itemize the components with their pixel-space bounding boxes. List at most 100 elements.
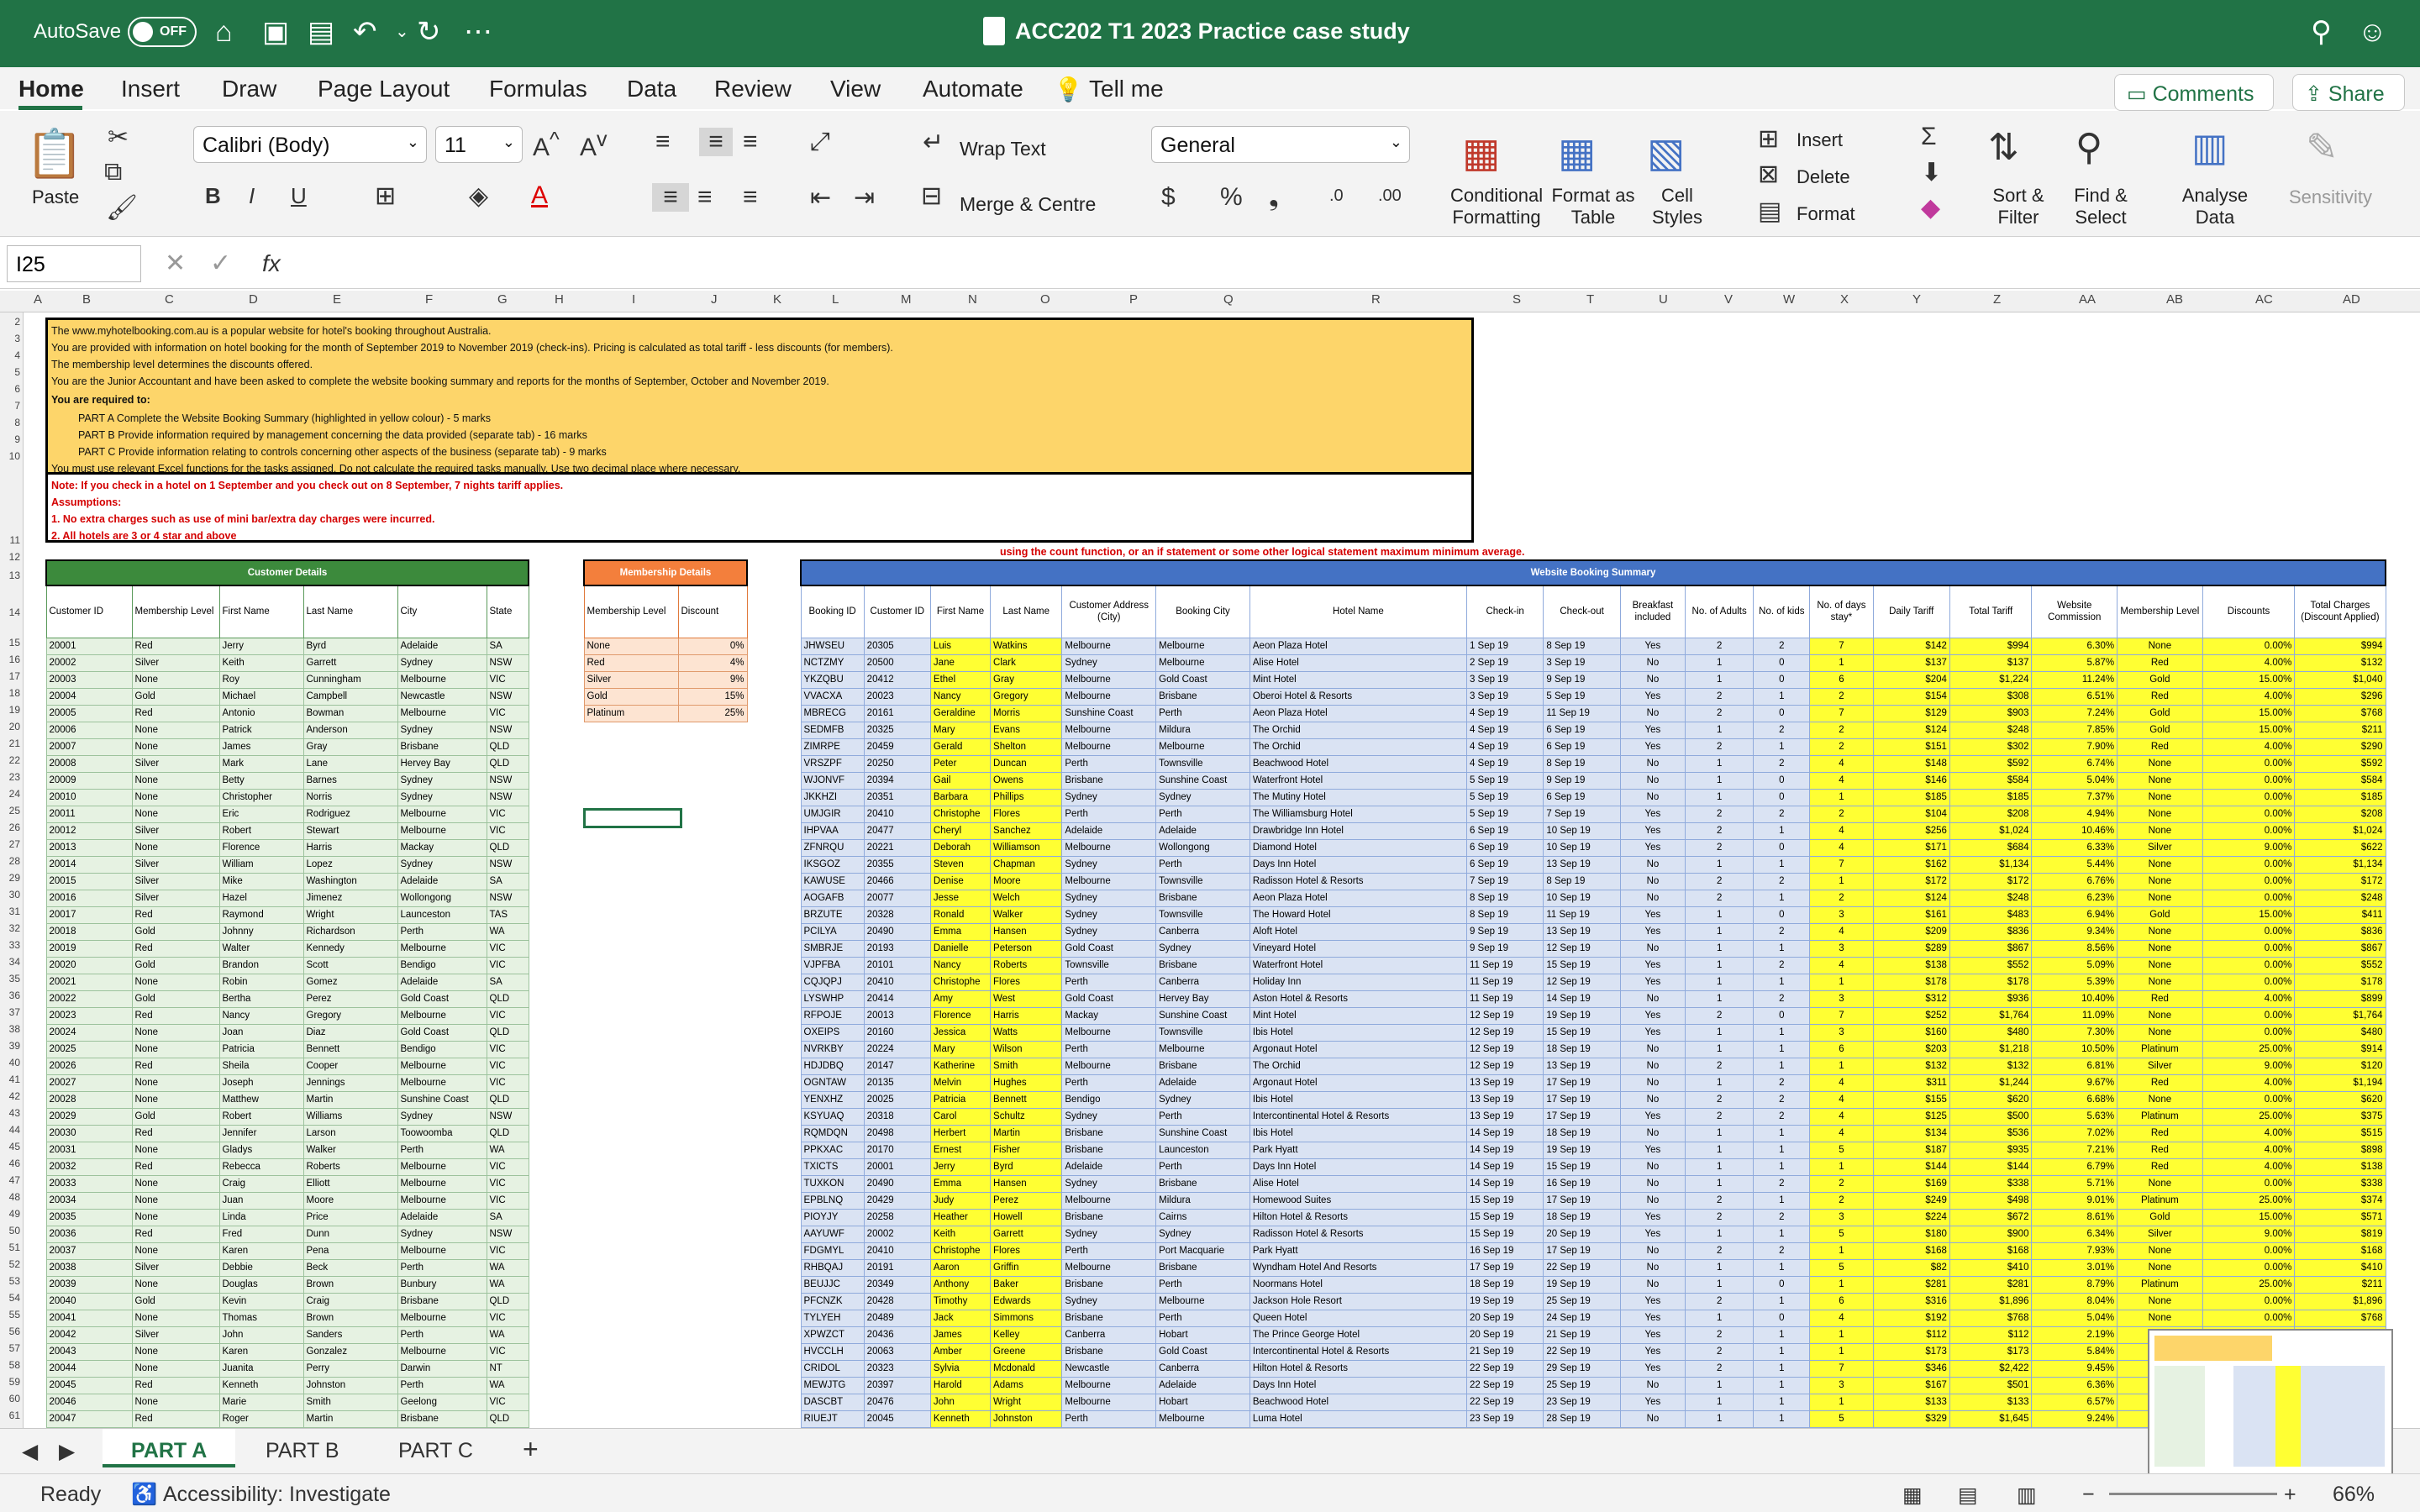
table-cell[interactable]: Perth bbox=[1155, 1309, 1250, 1327]
table-cell[interactable]: 10 Sep 19 bbox=[1543, 889, 1621, 907]
table-cell[interactable]: 6.33% bbox=[2031, 838, 2118, 857]
table-cell[interactable]: Keith bbox=[218, 654, 304, 672]
table-cell[interactable]: 2 bbox=[1685, 1090, 1754, 1109]
table-cell[interactable]: 20021 bbox=[45, 973, 133, 991]
table-cell[interactable]: 1 bbox=[1753, 738, 1811, 756]
table-cell[interactable]: $208 bbox=[2294, 805, 2386, 823]
table-cell[interactable]: $935 bbox=[1949, 1141, 2033, 1159]
table-cell[interactable]: None bbox=[131, 1393, 220, 1411]
table-cell[interactable]: Roy bbox=[218, 670, 304, 689]
table-cell[interactable]: 1 bbox=[1809, 973, 1874, 991]
table-cell[interactable]: 9.34% bbox=[2031, 922, 2118, 941]
table-cell[interactable]: Eric bbox=[218, 805, 304, 823]
table-cell[interactable]: $867 bbox=[2294, 939, 2386, 958]
table-cell[interactable]: 20489 bbox=[863, 1309, 931, 1327]
table-cell[interactable]: $500 bbox=[1949, 1107, 2033, 1126]
table-cell[interactable]: 20355 bbox=[863, 855, 931, 874]
table-cell[interactable]: 20 Sep 19 bbox=[1465, 1309, 1544, 1327]
increase-indent-icon[interactable]: ⇥ bbox=[854, 183, 875, 213]
table-cell[interactable]: 1 bbox=[1685, 906, 1754, 924]
table-cell[interactable]: None bbox=[131, 805, 220, 823]
table-cell[interactable]: None bbox=[131, 1023, 220, 1042]
table-cell[interactable]: Silver bbox=[131, 1258, 220, 1277]
table-cell[interactable]: 17 Sep 19 bbox=[1543, 1191, 1621, 1210]
table-cell[interactable]: Melbourne bbox=[397, 822, 487, 840]
table-cell[interactable]: Harold bbox=[929, 1376, 992, 1394]
table-cell[interactable]: 25.00% bbox=[2202, 1107, 2296, 1126]
table-cell[interactable]: Park Hyatt bbox=[1249, 1141, 1467, 1159]
table-cell[interactable]: Oberoi Hotel & Resorts bbox=[1249, 687, 1467, 706]
home-icon[interactable]: ⌂ bbox=[215, 15, 233, 49]
table-cell[interactable]: 21 Sep 19 bbox=[1465, 1342, 1544, 1361]
table-cell[interactable]: John bbox=[929, 1393, 992, 1411]
table-cell[interactable]: 11.24% bbox=[2031, 670, 2118, 689]
table-cell[interactable]: Brisbane bbox=[1155, 1057, 1250, 1075]
table-cell[interactable]: Emma bbox=[929, 1174, 992, 1193]
table-cell[interactable]: $900 bbox=[1949, 1225, 2033, 1243]
table-cell[interactable]: Beachwood Hotel bbox=[1249, 754, 1467, 773]
table-cell[interactable]: 3 bbox=[1809, 1208, 1874, 1226]
table-cell[interactable]: 6.23% bbox=[2031, 889, 2118, 907]
table-cell[interactable]: Red bbox=[131, 1376, 220, 1394]
table-cell[interactable]: Mark bbox=[218, 754, 304, 773]
merge-icon[interactable]: ⊟ bbox=[921, 181, 942, 211]
table-cell[interactable]: 20031 bbox=[45, 1141, 133, 1159]
table-cell[interactable]: $898 bbox=[2294, 1141, 2386, 1159]
table-cell[interactable]: Red bbox=[2117, 1158, 2203, 1176]
align-middle-icon[interactable]: ≡ bbox=[699, 128, 733, 156]
table-cell[interactable]: Melbourne bbox=[1061, 738, 1157, 756]
row-header[interactable]: 24 bbox=[0, 788, 20, 800]
table-cell[interactable]: $836 bbox=[2294, 922, 2386, 941]
table-cell[interactable]: $571 bbox=[2294, 1208, 2386, 1226]
table-cell[interactable]: 0.00% bbox=[2202, 771, 2296, 790]
table-cell[interactable]: 20258 bbox=[863, 1208, 931, 1226]
table-cell[interactable]: No bbox=[1619, 1057, 1686, 1075]
table-cell[interactable]: 5.84% bbox=[2031, 1342, 2118, 1361]
table-cell[interactable]: NSW bbox=[486, 889, 529, 907]
table-cell[interactable]: 20027 bbox=[45, 1074, 133, 1092]
table-cell[interactable]: 1 bbox=[1685, 990, 1754, 1008]
table-cell[interactable]: Herbert bbox=[929, 1124, 992, 1142]
font-size-dropdown[interactable]: 11 ⌄ bbox=[435, 126, 523, 163]
table-cell[interactable]: $498 bbox=[1949, 1191, 2033, 1210]
table-cell[interactable]: Bennett bbox=[302, 1040, 398, 1058]
tab-automate[interactable]: Automate bbox=[923, 76, 1023, 102]
font-color-icon[interactable]: A bbox=[531, 181, 548, 210]
table-cell[interactable]: Byrd bbox=[302, 637, 398, 655]
table-cell[interactable]: 7.85% bbox=[2031, 721, 2118, 739]
column-header-cell[interactable]: Booking ID bbox=[800, 585, 865, 638]
table-cell[interactable]: Drawbridge Inn Hotel bbox=[1249, 822, 1467, 840]
table-cell[interactable]: 20160 bbox=[863, 1023, 931, 1042]
table-cell[interactable]: $249 bbox=[1872, 1191, 1950, 1210]
table-cell[interactable]: The Orchid bbox=[1249, 721, 1467, 739]
table-cell[interactable]: No bbox=[1619, 670, 1686, 689]
column-header-cell[interactable]: Customer ID bbox=[45, 585, 133, 638]
table-cell[interactable]: Elliott bbox=[302, 1174, 398, 1193]
table-cell[interactable]: None bbox=[2117, 1292, 2203, 1310]
table-cell[interactable]: QLD bbox=[486, 1023, 529, 1042]
format-table-icon[interactable]: ▦ bbox=[1558, 129, 1596, 176]
table-cell[interactable]: NSW bbox=[486, 771, 529, 790]
table-cell[interactable]: $592 bbox=[1949, 754, 2033, 773]
fill-color-icon[interactable]: ◈ bbox=[469, 181, 488, 211]
table-cell[interactable]: MBRECG bbox=[800, 704, 865, 722]
table-cell[interactable]: Patricia bbox=[929, 1090, 992, 1109]
table-cell[interactable]: 20020 bbox=[45, 956, 133, 974]
table-cell[interactable]: 2 bbox=[1809, 687, 1874, 706]
align-center-icon[interactable]: ≡ bbox=[697, 183, 713, 212]
column-header[interactable]: H bbox=[555, 292, 564, 307]
table-cell[interactable]: Wollongong bbox=[1155, 838, 1250, 857]
save-icon[interactable]: ▣ bbox=[262, 15, 289, 49]
table-cell[interactable]: Perth bbox=[1155, 1275, 1250, 1294]
table-cell[interactable]: YKZQBU bbox=[800, 670, 865, 689]
table-cell[interactable]: $248 bbox=[2294, 889, 2386, 907]
table-cell[interactable]: Sanders bbox=[302, 1326, 398, 1344]
table-cell[interactable]: $411 bbox=[2294, 906, 2386, 924]
table-cell[interactable]: Perth bbox=[1155, 1107, 1250, 1126]
table-cell[interactable]: Ronald bbox=[929, 906, 992, 924]
column-header[interactable]: A bbox=[34, 292, 42, 307]
table-cell[interactable]: 1 bbox=[1685, 1141, 1754, 1159]
table-cell[interactable]: Melbourne bbox=[1061, 670, 1157, 689]
table-cell[interactable]: 20001 bbox=[45, 637, 133, 655]
table-cell[interactable]: 20017 bbox=[45, 906, 133, 924]
